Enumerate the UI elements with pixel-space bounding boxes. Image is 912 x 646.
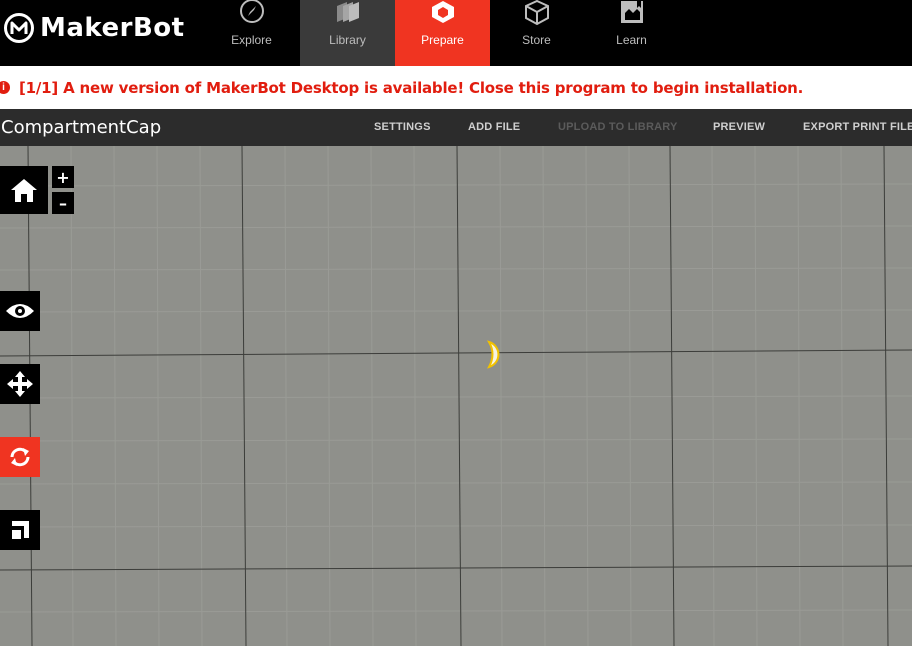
upload-to-library-button[interactable]: UPLOAD TO LIBRARY xyxy=(558,121,678,133)
makerbot-logo[interactable]: MakerBot xyxy=(4,10,185,46)
nav-explore[interactable]: Explore xyxy=(204,0,299,66)
home-view-button[interactable] xyxy=(0,166,48,214)
nav-label: Prepare xyxy=(421,33,464,47)
home-icon xyxy=(11,179,37,202)
build-plate-viewport[interactable] xyxy=(0,146,912,646)
nav-prepare[interactable]: Prepare xyxy=(395,0,490,66)
project-toolbar: CompartmentCap SETTINGS ADD FILE UPLOAD … xyxy=(0,109,912,146)
add-file-button[interactable]: ADD FILE xyxy=(468,121,520,133)
top-nav-bar: MakerBot Explore Library Prepare Store L… xyxy=(0,0,912,66)
project-name: CompartmentCap xyxy=(1,117,162,138)
nav-store[interactable]: Store xyxy=(489,0,584,66)
preview-button[interactable]: PREVIEW xyxy=(713,121,765,133)
rotate-tool-button[interactable] xyxy=(0,437,40,477)
nav-label: Library xyxy=(329,33,366,47)
rotate-icon xyxy=(10,447,30,467)
box-icon xyxy=(523,0,551,30)
nav-label: Store xyxy=(522,33,551,47)
move-tool-button[interactable] xyxy=(0,364,40,404)
library-icon xyxy=(334,0,362,30)
model-compartment-cap[interactable] xyxy=(486,340,500,369)
eye-icon xyxy=(6,304,34,318)
build-plate-grid xyxy=(0,146,912,646)
compass-icon xyxy=(238,0,266,30)
zoom-in-button[interactable]: + xyxy=(52,166,74,188)
nav-label: Explore xyxy=(231,33,272,47)
makerbot-logo-icon xyxy=(4,13,34,43)
scale-tool-button[interactable] xyxy=(0,510,40,550)
zoom-out-button[interactable]: – xyxy=(52,192,74,214)
info-icon: i xyxy=(0,81,10,94)
scale-icon xyxy=(12,521,29,539)
banner-message: [1/1] A new version of MakerBot Desktop … xyxy=(19,78,804,97)
update-banner[interactable]: i [1/1] A new version of MakerBot Deskto… xyxy=(0,66,912,109)
prepare-icon xyxy=(429,0,457,30)
nav-library[interactable]: Library xyxy=(300,0,395,66)
nav-label: Learn xyxy=(616,33,647,47)
book-icon xyxy=(618,0,646,30)
export-print-file-button[interactable]: EXPORT PRINT FILE xyxy=(803,121,912,133)
view-tool-button[interactable] xyxy=(0,291,40,331)
settings-button[interactable]: SETTINGS xyxy=(374,121,431,133)
move-icon xyxy=(7,371,33,397)
nav-learn[interactable]: Learn xyxy=(584,0,679,66)
logo-text: MakerBot xyxy=(40,13,185,43)
